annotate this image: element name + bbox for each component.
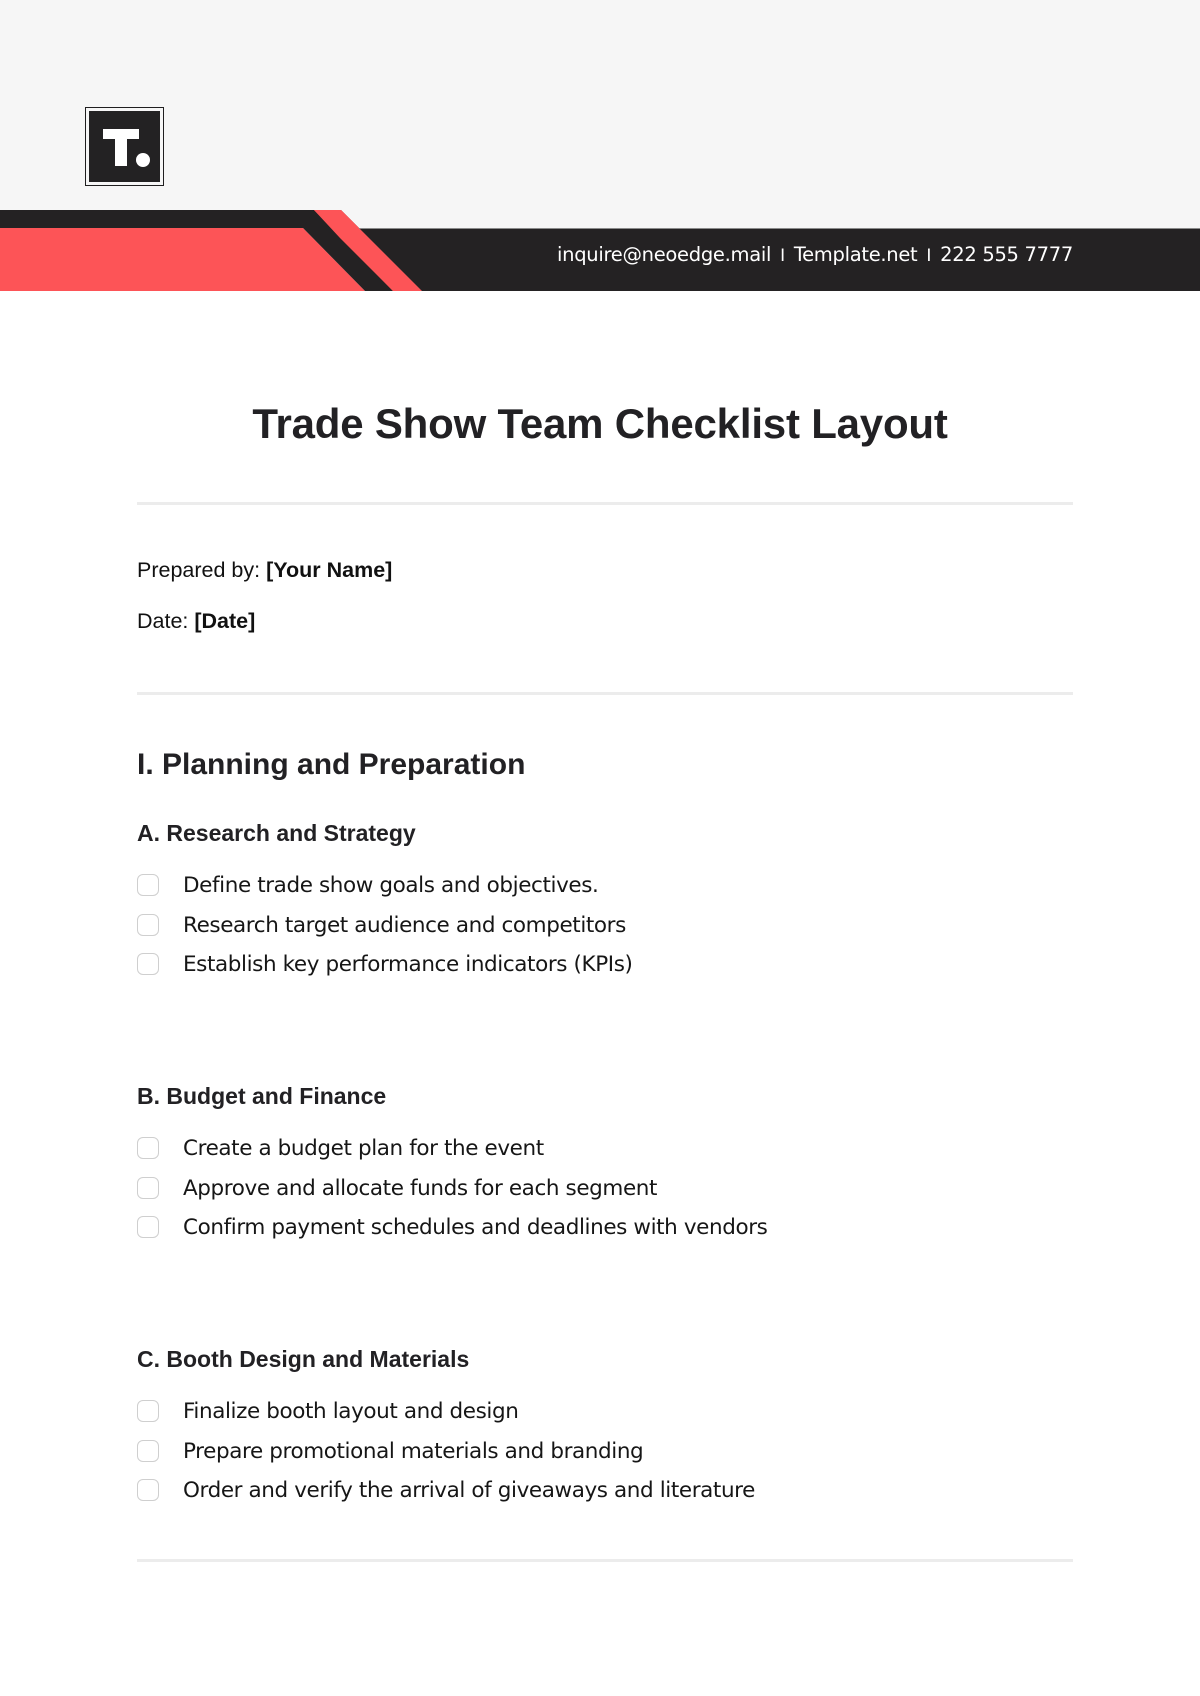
checkbox[interactable] <box>137 914 159 936</box>
prepared-by-label: Prepared by: <box>137 558 261 582</box>
checklist-item[interactable]: Order and verify the arrival of giveaway… <box>137 1475 755 1505</box>
checkbox[interactable] <box>137 953 159 975</box>
checklist-item[interactable]: Research target audience and competitors <box>137 910 626 940</box>
subsection-heading: C. Booth Design and Materials <box>137 1346 470 1372</box>
prepared-by-line: Prepared by: [Your Name] <box>137 558 392 583</box>
checklist-item-label: Finalize booth layout and design <box>183 1398 519 1424</box>
checkbox[interactable] <box>137 1479 159 1501</box>
subsection-heading: A. Research and Strategy <box>137 820 416 846</box>
document-title: Trade Show Team Checklist Layout <box>252 400 948 447</box>
checkbox[interactable] <box>137 1216 159 1238</box>
contact-email: inquire@neoedge.mail <box>557 243 772 266</box>
checklist-item[interactable]: Prepare promotional materials and brandi… <box>137 1436 644 1466</box>
date-label: Date: <box>137 609 189 633</box>
company-logo <box>85 107 164 186</box>
logo-t-stem <box>115 129 127 166</box>
checklist-item[interactable]: Finalize booth layout and design <box>137 1396 519 1426</box>
contact-website: Template.net <box>793 243 918 266</box>
band-dark-top-strip <box>0 210 314 228</box>
band-red-block <box>0 228 365 291</box>
logo-dot-icon <box>136 153 150 167</box>
checkbox[interactable] <box>137 1177 159 1199</box>
checklist-item[interactable]: Create a budget plan for the event <box>137 1133 544 1163</box>
divider <box>137 692 1073 695</box>
checklist-item-label: Order and verify the arrival of giveaway… <box>183 1477 755 1503</box>
checklist-item[interactable]: Define trade show goals and objectives. <box>137 870 599 900</box>
checklist-item[interactable]: Approve and allocate funds for each segm… <box>137 1173 657 1203</box>
divider <box>137 1559 1073 1562</box>
contact-separator: I <box>926 246 932 266</box>
header-background <box>0 0 1200 228</box>
contact-phone: 222 555 7777 <box>940 243 1073 266</box>
date-line: Date: [Date] <box>137 609 255 634</box>
contact-separator: I <box>780 246 785 266</box>
checklist-item[interactable]: Establish key performance indicators (KP… <box>137 949 633 979</box>
checklist-item-label: Confirm payment schedules and deadlines … <box>183 1214 768 1240</box>
prepared-by-value: [Your Name] <box>266 558 393 582</box>
checklist-item-label: Approve and allocate funds for each segm… <box>183 1175 658 1201</box>
section-heading: I. Planning and Preparation <box>137 748 526 781</box>
checklist-item-label: Create a budget plan for the event <box>183 1135 544 1161</box>
checklist-item-label: Prepare promotional materials and brandi… <box>183 1438 644 1464</box>
contact-line: inquire@neoedge.mail I Template.net I 222 55… <box>557 243 1073 273</box>
logo-tile <box>89 111 160 182</box>
checklist-item[interactable]: Confirm payment schedules and deadlines … <box>137 1212 768 1242</box>
checklist-item-label: Define trade show goals and objectives. <box>183 872 599 898</box>
checklist-item-label: Establish key performance indicators (KP… <box>183 951 633 977</box>
checkbox[interactable] <box>137 1440 159 1462</box>
checkbox[interactable] <box>137 1137 159 1159</box>
checkbox[interactable] <box>137 1400 159 1422</box>
subsection-heading: B. Budget and Finance <box>137 1083 387 1109</box>
divider <box>137 502 1073 505</box>
date-value: [Date] <box>194 609 256 633</box>
checklist-item-label: Research target audience and competitors <box>183 912 626 938</box>
checkbox[interactable] <box>137 874 159 896</box>
